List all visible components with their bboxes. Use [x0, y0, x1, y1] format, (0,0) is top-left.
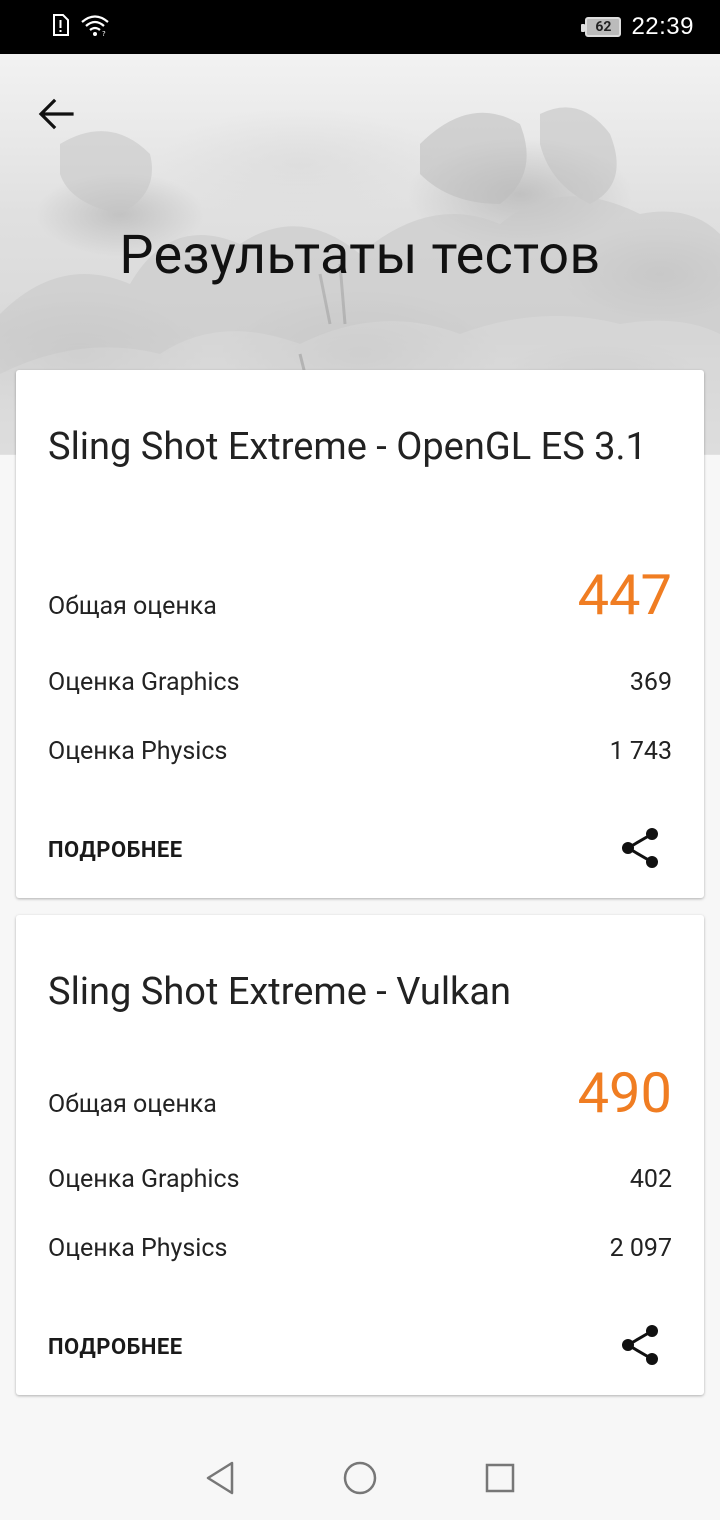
result-card-vulkan: Sling Shot Extreme - Vulkan Общая оценка… [16, 915, 704, 1395]
status-icons-left: ? [50, 13, 110, 41]
svg-text:?: ? [102, 30, 106, 37]
details-button[interactable]: ПОДРОБНЕЕ [48, 838, 183, 863]
graphics-score-value: 369 [629, 668, 672, 697]
graphics-score-value: 402 [629, 1165, 672, 1194]
nav-back-icon [203, 1460, 237, 1500]
sim-alert-icon [50, 13, 70, 41]
nav-home-button[interactable] [338, 1458, 382, 1502]
physics-score-row: Оценка Physics 1 743 [48, 737, 672, 766]
physics-score-value: 2 097 [609, 1234, 672, 1263]
graphics-score-row: Оценка Graphics 369 [48, 668, 672, 697]
card-title: Sling Shot Extreme - OpenGL ES 3.1 [48, 425, 647, 469]
details-button[interactable]: ПОДРОБНЕЕ [48, 1335, 183, 1360]
page-title: Результаты тестов [119, 224, 601, 287]
share-icon [620, 827, 660, 873]
battery-icon: 62 [581, 17, 622, 37]
physics-score-label: Оценка Physics [48, 1234, 228, 1263]
status-time: 22:39 [631, 13, 694, 40]
graphics-score-label: Оценка Graphics [48, 668, 240, 697]
physics-score-row: Оценка Physics 2 097 [48, 1234, 672, 1263]
graphics-score-label: Оценка Graphics [48, 1165, 240, 1194]
nav-back-button[interactable] [198, 1458, 242, 1502]
nav-home-icon [342, 1460, 378, 1500]
arrow-left-icon [38, 98, 74, 134]
share-icon [620, 1324, 660, 1370]
status-bar: ? 62 22:39 [0, 0, 720, 54]
physics-score-value: 1 743 [609, 737, 672, 766]
total-score-row: Общая оценка 490 [48, 1060, 672, 1126]
battery-level: 62 [595, 19, 612, 35]
nav-recents-button[interactable] [478, 1458, 522, 1502]
physics-score-label: Оценка Physics [48, 737, 228, 766]
total-score-row: Общая оценка 447 [48, 562, 672, 628]
back-button[interactable] [30, 90, 82, 142]
system-nav-bar [0, 1440, 720, 1520]
total-score-label: Общая оценка [48, 1090, 217, 1119]
graphics-score-row: Оценка Graphics 402 [48, 1165, 672, 1194]
total-score-value: 447 [577, 562, 672, 628]
card-title: Sling Shot Extreme - Vulkan [48, 970, 511, 1014]
total-score-label: Общая оценка [48, 592, 217, 621]
share-button[interactable] [618, 828, 662, 872]
share-button[interactable] [618, 1325, 662, 1369]
wifi-icon: ? [80, 13, 110, 41]
status-icons-right: 62 22:39 [581, 13, 694, 41]
total-score-value: 490 [577, 1060, 672, 1126]
nav-recents-icon [484, 1462, 516, 1498]
result-card-opengl: Sling Shot Extreme - OpenGL ES 3.1 Общая… [16, 370, 704, 898]
